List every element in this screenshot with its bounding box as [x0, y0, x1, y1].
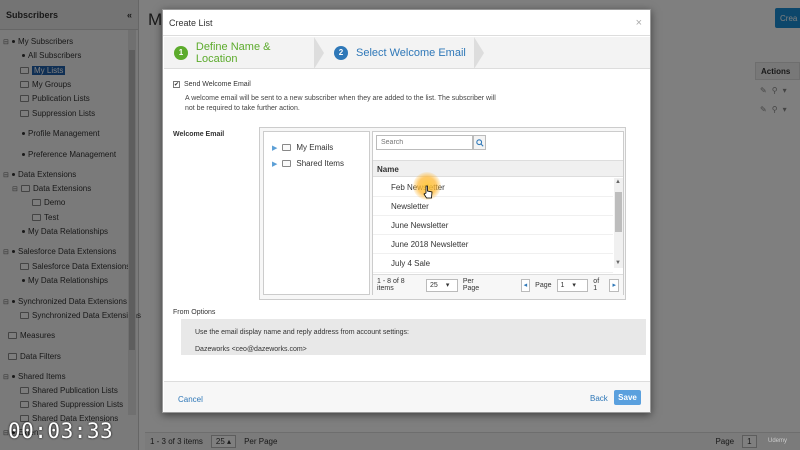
send-welcome-row: ✔ Send Welcome Email	[173, 81, 251, 88]
search-button[interactable]	[473, 135, 486, 150]
page-label: Page	[535, 281, 552, 289]
email-row[interactable]: June 2018 Newsletter	[373, 235, 613, 254]
folder-label: Shared Items	[296, 159, 344, 168]
folder-icon	[282, 144, 292, 151]
step-label: Select Welcome Email	[356, 46, 466, 59]
step-define-name[interactable]: 1 Define Name & Location	[164, 37, 314, 69]
send-welcome-label: Send Welcome Email	[184, 81, 251, 88]
dialog-footer: Cancel Back Save	[164, 381, 650, 412]
list-pager: 1 - 8 of 8 items 25 ▾ Per Page ◂ Page 1 ▾ …	[373, 274, 623, 295]
page-of-label: of 1	[593, 278, 600, 292]
page-select[interactable]: 1 ▾	[556, 278, 589, 292]
hand-cursor-icon	[423, 185, 433, 199]
list-scrollbar[interactable]: ▲ ▼	[614, 178, 623, 268]
folder-item-shared-items[interactable]: ▶ Shared Items	[272, 159, 344, 168]
back-button[interactable]: Back	[590, 394, 608, 403]
wizard-steps: 1 Define Name & Location 2 Select Welcom…	[164, 36, 650, 69]
name-column-header[interactable]: Name	[373, 160, 623, 177]
folder-label: My Emails	[296, 143, 334, 152]
email-picker: ▶ My Emails ▶ Shared Items Name Feb News…	[259, 127, 626, 300]
welcome-email-label: Welcome Email	[173, 131, 225, 138]
step-number: 1	[174, 45, 188, 60]
from-address: Dazeworks <ceo@dazeworks.com>	[195, 346, 307, 353]
from-options-label: From Options	[173, 309, 216, 316]
folder-tree: ▶ My Emails ▶ Shared Items	[263, 131, 370, 295]
item-count: 1 - 8 of 8 items	[377, 278, 405, 292]
folder-item-my-emails[interactable]: ▶ My Emails	[272, 143, 333, 152]
dialog-title: Create List	[169, 17, 213, 28]
expand-arrow-icon[interactable]: ▶	[272, 144, 277, 152]
prev-page-button[interactable]: ◂	[520, 278, 531, 292]
chevron-down-icon: ▾	[445, 282, 450, 289]
watermark: Udemy	[768, 438, 788, 444]
email-row[interactable]: Feb Newsletter	[373, 178, 613, 197]
email-row[interactable]: June Newsletter	[373, 216, 613, 235]
scroll-down-icon[interactable]: ▼	[615, 260, 621, 266]
from-options-text: Use the email display name and reply add…	[195, 329, 409, 336]
next-page-button[interactable]: ▸	[609, 278, 620, 292]
save-button[interactable]: Save	[614, 390, 641, 405]
search-icon	[475, 138, 484, 147]
folder-icon	[282, 160, 292, 167]
scroll-up-icon[interactable]: ▲	[615, 179, 621, 185]
step-select-welcome-email[interactable]: 2 Select Welcome Email	[324, 37, 466, 69]
chevron-right-icon	[473, 36, 484, 69]
step-label: Define Name & Location	[195, 40, 271, 65]
chevron-down-icon: ▾	[572, 282, 576, 289]
video-timer: 00:03:33	[8, 419, 114, 443]
create-list-dialog: Create List × 1 Define Name & Location 2…	[162, 9, 651, 413]
dialog-header: Create List ×	[163, 10, 650, 36]
per-page-select[interactable]: 25 ▾	[426, 278, 458, 292]
step-number: 2	[334, 45, 348, 60]
close-icon[interactable]: ×	[636, 17, 642, 29]
send-welcome-description: A welcome email will be sent to a new su…	[185, 95, 496, 112]
chevron-right-icon	[314, 36, 324, 69]
expand-arrow-icon[interactable]: ▶	[272, 160, 277, 168]
email-row[interactable]: Newsletter	[373, 197, 613, 216]
per-page-label: Per Page	[462, 278, 480, 292]
email-list-pane: Name Feb Newsletter Newsletter June News…	[372, 131, 624, 295]
search-input[interactable]	[376, 135, 473, 150]
from-options-box: Use the email display name and reply add…	[181, 319, 646, 355]
email-row[interactable]: July 4 Sale	[373, 254, 613, 273]
cancel-button[interactable]: Cancel	[178, 395, 203, 404]
send-welcome-checkbox[interactable]: ✔	[173, 81, 180, 88]
